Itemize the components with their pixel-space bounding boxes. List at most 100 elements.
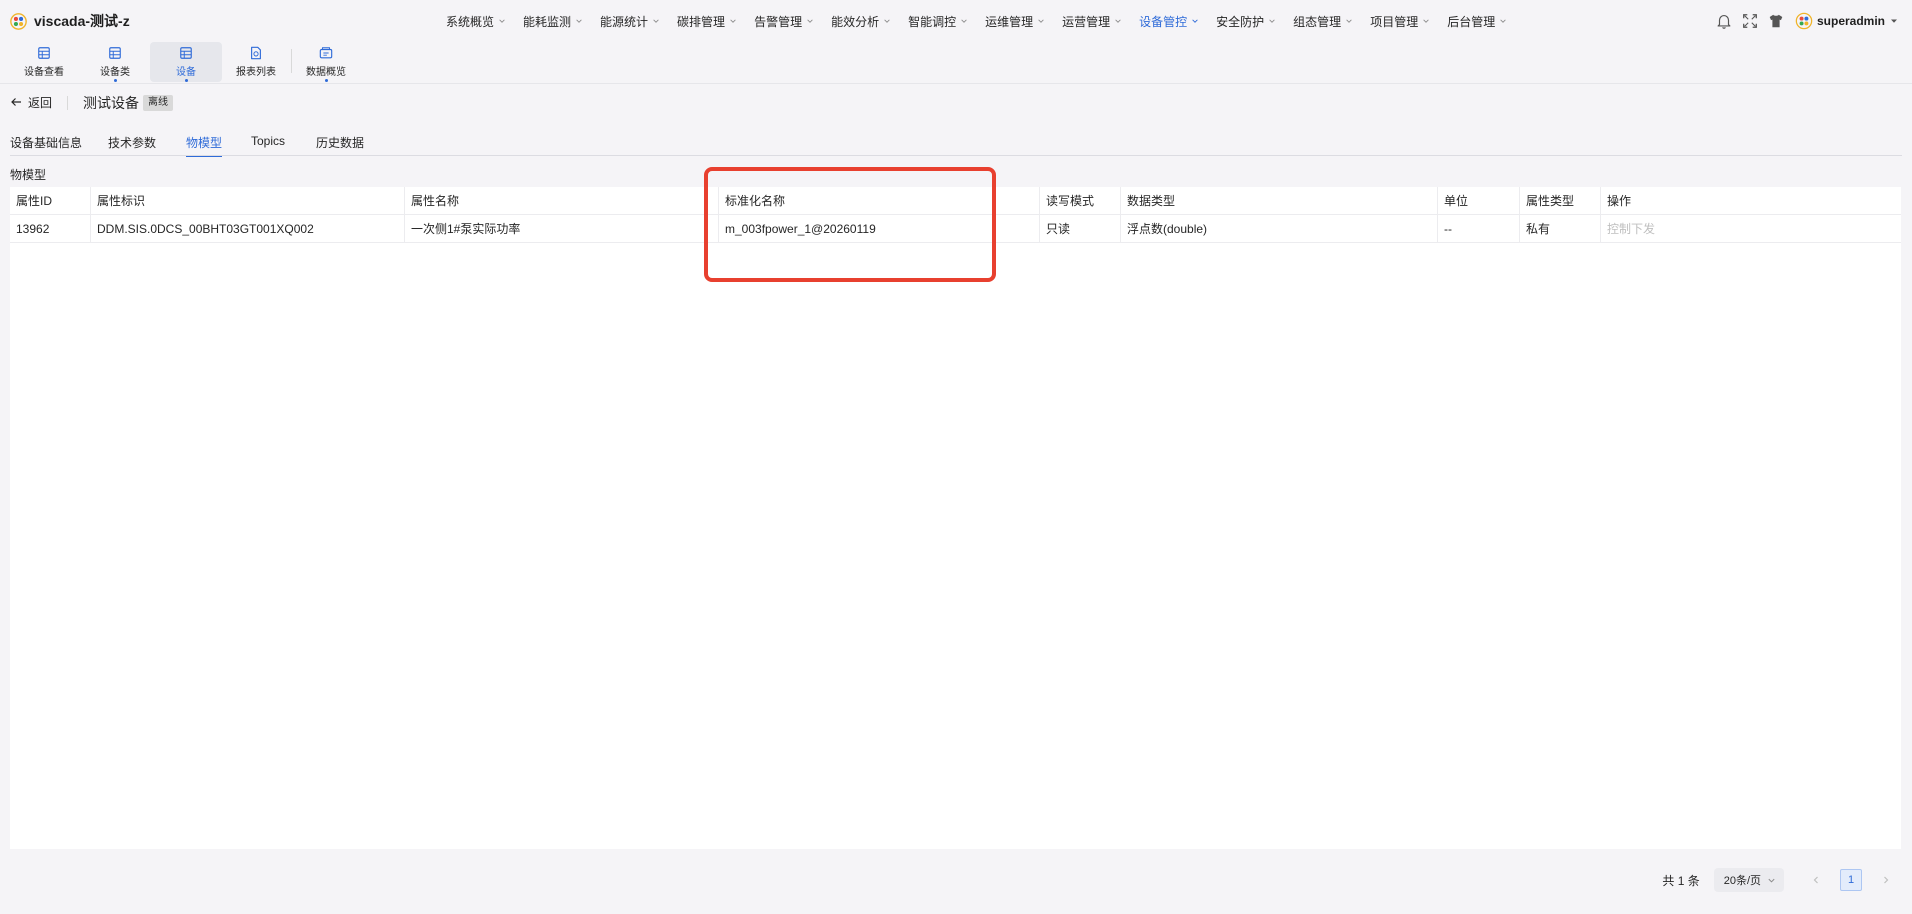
tab-basic-info[interactable]: 设备基础信息 [10, 134, 82, 156]
nav-item-energy-stats[interactable]: 能源统计 [600, 13, 660, 30]
nav-label: 告警管理 [754, 14, 803, 29]
tool-label: 设备类 [100, 67, 130, 78]
nav-item-smart-control[interactable]: 智能调控 [908, 13, 968, 30]
back-button[interactable]: 返回 [10, 93, 52, 111]
top-navigation-bar: viscada-测试-z 系统概览 能耗监测 能源统计 碳排管理 告警管理 能效… [0, 0, 1912, 40]
tool-device-view[interactable]: 设备查看 [8, 42, 80, 82]
app-title: viscada-测试-z [34, 13, 130, 29]
nav-item-configuration[interactable]: 组态管理 [1293, 13, 1353, 30]
page-number-button[interactable]: 1 [1840, 869, 1862, 891]
nav-item-efficiency[interactable]: 能效分析 [831, 13, 891, 30]
report-list-icon [251, 46, 261, 60]
main-nav: 系统概览 能耗监测 能源统计 碳排管理 告警管理 能效分析 智能调控 运维管理 … [446, 11, 1524, 31]
tool-indicator-dot [184, 79, 188, 82]
nav-label: 运营管理 [1062, 14, 1111, 29]
caret-down-icon [1891, 19, 1897, 23]
tool-label: 报表列表 [236, 67, 276, 78]
column-header: 属性类型 [1520, 187, 1601, 215]
device-icon [180, 47, 192, 59]
tool-indicator-dot [113, 79, 117, 82]
chevron-down-icon [1768, 878, 1775, 883]
tool-indicator-dot [324, 79, 328, 82]
nav-item-maintenance[interactable]: 运维管理 [985, 13, 1045, 30]
control-issue-link[interactable]: 控制下发 [1601, 215, 1901, 243]
tool-report-list[interactable]: 报表列表 [220, 42, 292, 82]
status-badge: 离线 [143, 95, 173, 111]
device-view-icon [38, 47, 50, 59]
tab-tech-params[interactable]: 技术参数 [108, 134, 156, 156]
tool-label: 数据概览 [306, 67, 346, 78]
column-header: 读写模式 [1040, 187, 1121, 215]
back-label: 返回 [28, 95, 53, 110]
nav-label: 智能调控 [908, 14, 957, 29]
chevron-down-icon [730, 19, 736, 23]
chevron-down-icon [576, 19, 582, 23]
tool-label: 设备查看 [24, 67, 64, 78]
nav-item-operations[interactable]: 运营管理 [1062, 13, 1122, 30]
nav-label: 系统概览 [446, 14, 495, 29]
pagination: 共 1 条 20条/页 1 [1662, 868, 1898, 892]
nav-item-device-control[interactable]: 设备管控 [1139, 13, 1199, 30]
chevron-down-icon [807, 19, 813, 23]
nav-label: 后台管理 [1447, 14, 1496, 29]
cell-attr-identifier: DDM.SIS.0DCS_00BHT03GT001XQ002 [91, 215, 405, 243]
tool-device-class[interactable]: 设备类 [79, 42, 151, 82]
nav-label: 能源统计 [600, 14, 649, 29]
brand[interactable]: viscada-测试-z [10, 11, 130, 31]
section-title: 物模型 [10, 168, 47, 182]
nav-item-energy-monitor[interactable]: 能耗监测 [523, 13, 583, 30]
prev-page-button[interactable] [1804, 868, 1828, 892]
cell-data-type: 浮点数(double) [1121, 215, 1438, 243]
chevron-down-icon [1192, 19, 1198, 23]
tool-device[interactable]: 设备 [150, 42, 222, 82]
theme-shirt-icon[interactable] [1767, 12, 1785, 30]
bell-icon[interactable] [1715, 12, 1733, 30]
top-right-actions: superadmin [1715, 10, 1899, 32]
nav-item-system-overview[interactable]: 系统概览 [446, 13, 506, 30]
module-toolbar: 设备查看 设备类 设备 报表列表 数据概览 [0, 40, 1912, 84]
column-header: 属性标识 [91, 187, 405, 215]
tab-topics[interactable]: Topics [251, 134, 285, 156]
app-logo-icon [10, 12, 27, 30]
nav-label: 安全防护 [1216, 14, 1265, 29]
thing-model-table: 属性ID 属性标识 属性名称 标准化名称 读写模式 数据类型 单位 属性类型 操… [10, 187, 1901, 849]
tab-history-data[interactable]: 历史数据 [316, 134, 364, 156]
nav-item-admin[interactable]: 后台管理 [1447, 13, 1507, 30]
column-header: 标准化名称 [719, 187, 1040, 215]
column-header: 单位 [1438, 187, 1520, 215]
nav-label: 能耗监测 [523, 14, 572, 29]
nav-item-alarm[interactable]: 告警管理 [754, 13, 814, 30]
nav-item-carbon[interactable]: 碳排管理 [677, 13, 737, 30]
cell-unit: -- [1438, 215, 1520, 243]
nav-item-security[interactable]: 安全防护 [1216, 13, 1276, 30]
total-count: 共 1 条 [1662, 873, 1700, 888]
chevron-down-icon [1346, 19, 1352, 23]
nav-item-project[interactable]: 项目管理 [1370, 13, 1430, 30]
chevron-down-icon [653, 19, 659, 23]
page-size-value: 20条/页 [1723, 875, 1761, 887]
table-header: 属性ID 属性标识 属性名称 标准化名称 读写模式 数据类型 单位 属性类型 操… [10, 187, 1901, 215]
cell-rw-mode: 只读 [1040, 215, 1121, 243]
device-class-icon [109, 47, 121, 59]
chevron-right-icon [1884, 876, 1889, 884]
user-menu[interactable]: superadmin [1795, 12, 1899, 30]
data-overview-icon [319, 47, 333, 59]
nav-label: 设备管控 [1139, 14, 1188, 29]
cell-attr-id: 13962 [10, 215, 91, 243]
nav-label: 碳排管理 [677, 14, 726, 29]
nav-label: 能效分析 [831, 14, 880, 29]
next-page-button[interactable] [1874, 868, 1898, 892]
page-title: 测试设备 [83, 95, 139, 111]
page-size-select[interactable]: 20条/页 [1713, 868, 1784, 892]
column-header: 操作 [1607, 194, 1632, 208]
chevron-down-icon [1423, 19, 1429, 23]
cell-attr-type: 私有 [1520, 215, 1601, 243]
tab-thing-model[interactable]: 物模型 [186, 134, 223, 157]
arrow-left-icon [11, 98, 21, 106]
chevron-down-icon [1038, 19, 1044, 23]
column-header: 属性名称 [405, 187, 719, 215]
tabs-divider [10, 155, 1902, 156]
tool-data-overview[interactable]: 数据概览 [290, 42, 362, 82]
column-header: 属性ID [10, 187, 91, 215]
fullscreen-icon[interactable] [1741, 12, 1759, 30]
